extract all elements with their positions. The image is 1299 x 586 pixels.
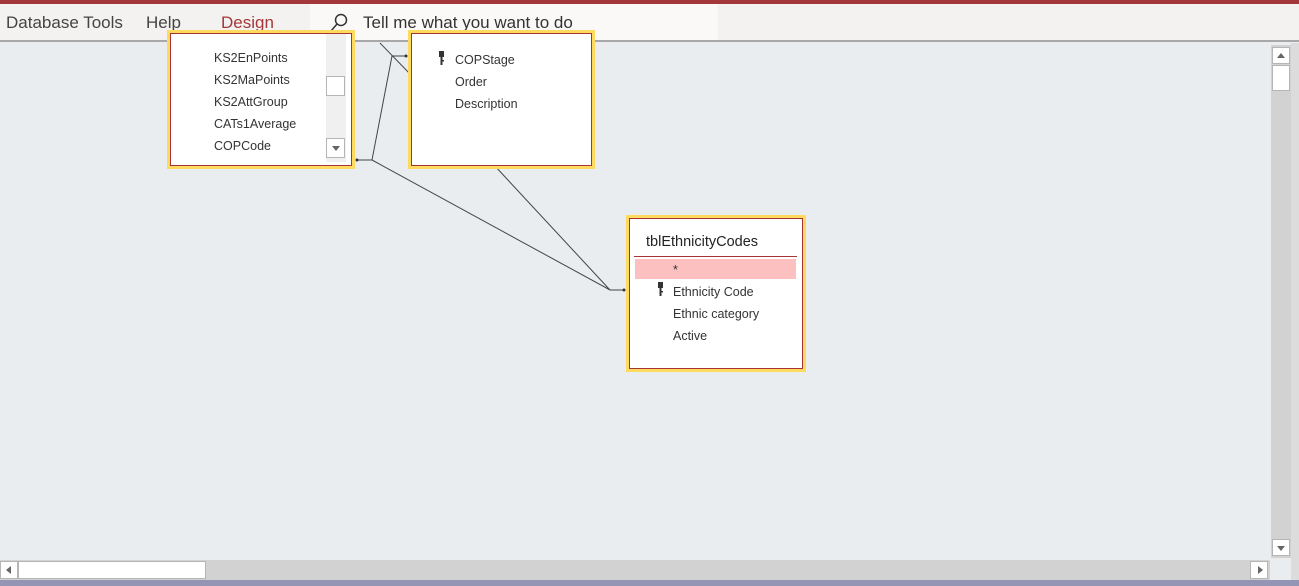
- field-item[interactable]: COPStage: [455, 53, 515, 67]
- field-item[interactable]: Description: [455, 97, 518, 111]
- relationship-line-ethnicity-2: [493, 164, 611, 291]
- horizontal-scrollbar[interactable]: [0, 560, 1270, 580]
- field-item[interactable]: KS2AttGroup: [214, 95, 288, 109]
- field-item[interactable]: ...: [214, 157, 224, 165]
- scroll-down-button[interactable]: [1272, 539, 1290, 556]
- primary-key-icon: [439, 51, 444, 65]
- horizontal-scroll-thumb[interactable]: [18, 561, 206, 579]
- field-item-all[interactable]: *: [673, 263, 678, 277]
- field-item[interactable]: Ethnicity Code: [673, 285, 754, 299]
- title-divider: [634, 256, 797, 257]
- table-student-fields[interactable]: KS2EnPoints KS2MaPoints KS2AttGroup CATs…: [167, 30, 355, 169]
- primary-key-icon: [658, 282, 663, 296]
- field-item[interactable]: CATs1Average: [214, 117, 296, 131]
- scroll-right-button[interactable]: [1250, 561, 1268, 579]
- table-title[interactable]: tblEthnicityCodes: [646, 234, 758, 250]
- scroll-left-button[interactable]: [0, 561, 18, 579]
- relationship-line-cop: [357, 55, 406, 161]
- table-scrollbar[interactable]: [326, 34, 346, 162]
- chevron-up-icon: [1277, 53, 1285, 58]
- chevron-left-icon: [6, 566, 11, 574]
- vertical-scrollbar[interactable]: [1271, 45, 1291, 558]
- field-item[interactable]: KS2MaPoints: [214, 73, 290, 87]
- field-item[interactable]: Ethnic category: [673, 307, 759, 321]
- scroll-down-button[interactable]: [326, 138, 345, 158]
- status-strip: [0, 580, 1299, 586]
- table-ethnicity-codes[interactable]: tblEthnicityCodes * Ethnicity Code Ethni…: [626, 215, 806, 372]
- chevron-right-icon: [1258, 566, 1263, 574]
- selected-row[interactable]: [635, 259, 796, 279]
- chevron-down-icon: [332, 146, 340, 151]
- chevron-down-icon: [1277, 546, 1285, 551]
- relationship-line-ethnicity-1: [371, 159, 624, 291]
- field-item[interactable]: Active: [673, 329, 707, 343]
- field-item[interactable]: Order: [455, 75, 487, 89]
- field-item[interactable]: COPCode: [214, 139, 271, 153]
- vertical-scroll-thumb[interactable]: [1272, 65, 1290, 91]
- window-edge: [1291, 43, 1299, 580]
- scroll-up-button[interactable]: [1272, 47, 1290, 64]
- table-cop-stage[interactable]: COPStage Order Description: [408, 30, 595, 169]
- scrollbar-thumb[interactable]: [326, 76, 345, 96]
- field-item[interactable]: KS2EnPoints: [214, 51, 288, 65]
